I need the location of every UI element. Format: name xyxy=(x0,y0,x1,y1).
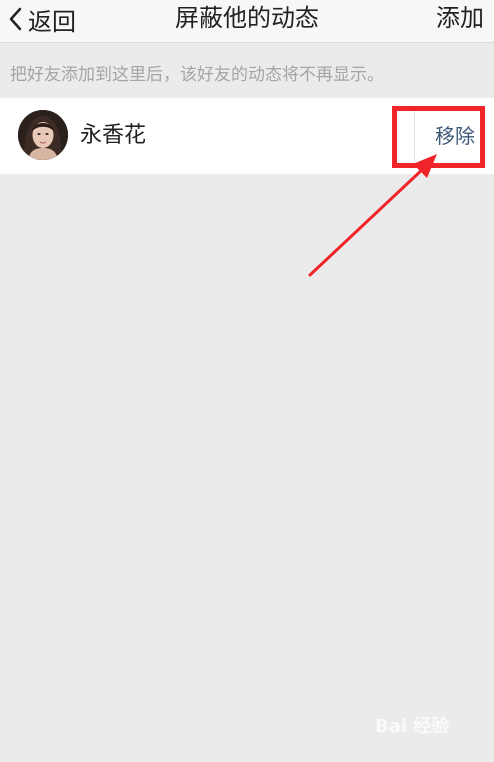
list-item[interactable]: 永香花 移除 xyxy=(0,98,494,174)
top-bar: 返回 屏蔽他的动态 添加 xyxy=(0,0,494,43)
hint-text: 把好友添加到这里后，该好友的动态将不再显示。 xyxy=(10,65,384,85)
remove-button[interactable]: 移除 xyxy=(414,108,494,164)
add-button[interactable]: 添加 xyxy=(436,0,484,36)
avatar xyxy=(18,110,68,160)
friend-name: 永香花 xyxy=(80,123,147,148)
page-title: 屏蔽他的动态 xyxy=(175,4,319,32)
watermark: Bai 经验 xyxy=(375,716,450,737)
